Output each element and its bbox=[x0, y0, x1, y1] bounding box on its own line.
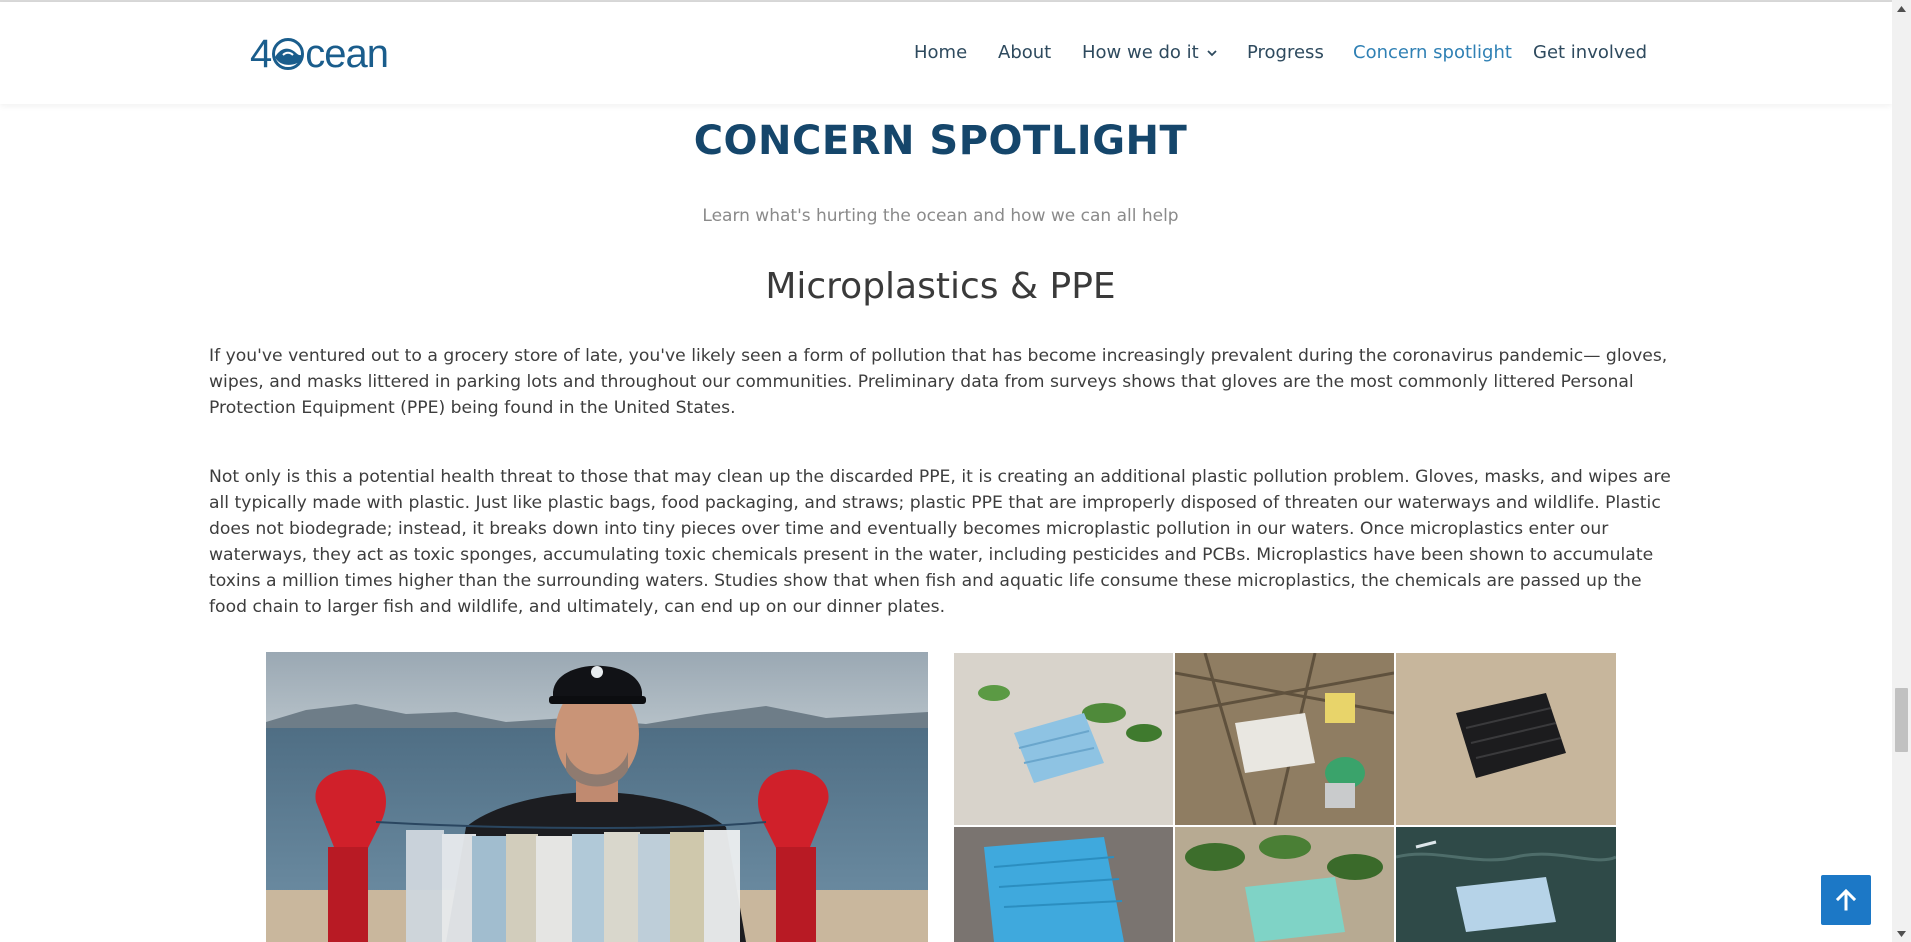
scroll-up-arrow[interactable] bbox=[1892, 0, 1911, 17]
nav-item-label: How we do it bbox=[1082, 42, 1199, 63]
mask-on-sand-photo bbox=[954, 653, 1173, 825]
main-nav: Home About How we do it Progress Concern… bbox=[0, 42, 1892, 66]
scroll-down-icon bbox=[1897, 930, 1906, 937]
nav-item-concern-spotlight[interactable]: Concern spotlight bbox=[1353, 42, 1512, 63]
photo-illustration bbox=[954, 827, 1173, 942]
nav-item-label: About bbox=[998, 42, 1052, 63]
mask-floating-in-water-photo bbox=[1396, 827, 1616, 942]
section-title: Microplastics & PPE bbox=[765, 266, 1116, 307]
mask-in-debris-photo bbox=[1175, 653, 1394, 825]
body-paragraph-1: If you've ventured out to a grocery stor… bbox=[209, 346, 1668, 418]
nav-item-label: Progress bbox=[1247, 42, 1324, 63]
photo-illustration bbox=[266, 652, 928, 942]
mask-photo-grid bbox=[954, 653, 1616, 942]
scroll-down-arrow[interactable] bbox=[1892, 925, 1911, 942]
blue-mask-in-debris-photo bbox=[954, 827, 1173, 942]
nav-item-about[interactable]: About bbox=[998, 42, 1051, 63]
site-header: 4 cean Home About How we do it Progress … bbox=[0, 2, 1892, 104]
chevron-down-icon bbox=[1207, 49, 1217, 56]
page-subtitle: Learn what's hurting the ocean and how w… bbox=[702, 206, 1179, 226]
black-mask-on-sand-photo bbox=[1396, 653, 1616, 825]
nav-item-label: Home bbox=[914, 42, 968, 63]
nav-item-get-involved[interactable]: Get involved bbox=[1533, 42, 1647, 63]
page-scrollbar[interactable] bbox=[1892, 0, 1911, 942]
photo-illustration bbox=[1175, 827, 1394, 942]
photo-illustration bbox=[1396, 827, 1616, 942]
nav-item-home[interactable]: Home bbox=[914, 42, 967, 63]
mask-under-plants-photo bbox=[1175, 827, 1394, 942]
scrollbar-thumb[interactable] bbox=[1895, 688, 1908, 752]
back-to-top-button[interactable] bbox=[1821, 875, 1871, 925]
arrow-up-icon bbox=[1835, 888, 1857, 911]
nav-item-progress[interactable]: Progress bbox=[1247, 42, 1324, 63]
scroll-up-icon bbox=[1897, 5, 1906, 12]
nav-item-label: Concern spotlight bbox=[1353, 42, 1512, 63]
page-title: CONCERN SPOTLIGHT bbox=[693, 118, 1188, 164]
photo-illustration bbox=[954, 653, 1173, 825]
body-paragraph-2: Not only is this a potential health thre… bbox=[209, 467, 1671, 617]
nav-item-label: Get involved bbox=[1533, 42, 1648, 63]
photo-illustration bbox=[1396, 653, 1616, 825]
photo-illustration bbox=[1175, 653, 1394, 825]
man-holding-masks-photo bbox=[266, 652, 928, 942]
nav-item-how-we-do-it[interactable]: How we do it bbox=[1082, 42, 1217, 63]
